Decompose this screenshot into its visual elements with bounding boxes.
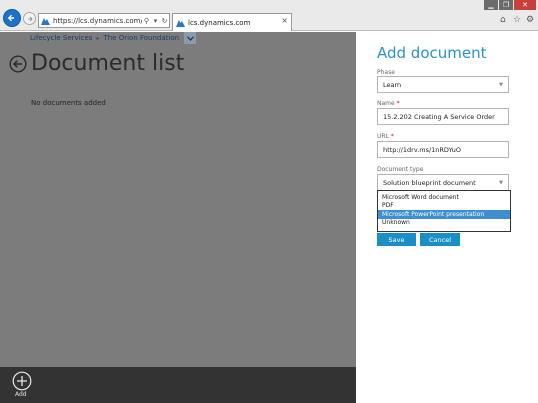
breadcrumb-project[interactable]: The Orion Foundation xyxy=(103,34,179,42)
name-input[interactable]: 15.2.202 Creating A Service Order xyxy=(377,108,509,125)
required-marker: * xyxy=(396,100,400,107)
url-value: http://1drv.ms/1nRDYuO xyxy=(383,145,462,154)
required-marker: * xyxy=(390,133,394,140)
document-type-select[interactable]: Solution blueprint document ▼ xyxy=(377,174,509,191)
add-document-panel: Add document Phase Learn ▼ Name * 15.2.2… xyxy=(356,32,538,403)
chevron-down-icon: ▼ xyxy=(499,180,503,186)
home-icon[interactable]: ⌂ xyxy=(500,15,506,25)
panel-title: Add document xyxy=(377,44,487,62)
search-icon[interactable]: ⚲ xyxy=(142,17,151,25)
name-value: 15.2.202 Creating A Service Order xyxy=(383,112,495,121)
dropdown-option[interactable]: PDF xyxy=(378,202,510,211)
site-favicon-icon xyxy=(41,17,50,25)
window-close-button[interactable]: ✕ xyxy=(514,0,536,10)
forward-button[interactable] xyxy=(23,12,36,25)
app-background: Lifecycle Services ▸ The Orion Foundatio… xyxy=(0,32,356,367)
empty-message: No documents added xyxy=(31,99,106,107)
url-label: URL * xyxy=(377,133,394,140)
cancel-button[interactable]: Cancel xyxy=(420,233,460,246)
add-icon[interactable] xyxy=(12,371,32,391)
address-bar[interactable]: https://lcs.dynamics.com/Docum ⚲ ▾ ↻ xyxy=(38,13,170,28)
breadcrumb: Lifecycle Services ▸ The Orion Foundatio… xyxy=(0,32,356,44)
tab-favicon-icon xyxy=(176,19,185,27)
minimize-button[interactable]: ▁ xyxy=(484,0,498,10)
forward-icon xyxy=(27,16,33,21)
name-label: Name * xyxy=(377,100,400,107)
dropdown-option[interactable]: Unknown xyxy=(378,219,510,228)
save-button[interactable]: Save xyxy=(377,233,416,246)
dropdown-option[interactable]: Microsoft Word document xyxy=(378,193,510,202)
star-icon[interactable]: ☆ xyxy=(513,15,521,25)
phase-value: Learn xyxy=(383,80,402,89)
breadcrumb-separator-icon: ▸ xyxy=(96,34,100,42)
document-type-dropdown-list: Microsoft Word document PDF Microsoft Po… xyxy=(377,190,511,232)
chevron-down-icon: ▼ xyxy=(499,82,503,88)
project-dropdown-button[interactable] xyxy=(184,32,197,44)
document-type-label: Document type xyxy=(377,166,424,173)
bottom-app-bar: Add xyxy=(0,367,356,403)
page-title: Document list xyxy=(31,51,185,76)
maximize-button[interactable]: ❐ xyxy=(499,0,513,10)
gear-icon[interactable]: ⚙ xyxy=(526,15,534,25)
phase-select[interactable]: Learn ▼ xyxy=(377,76,509,93)
url-input[interactable]: http://1drv.ms/1nRDYuO xyxy=(377,141,509,158)
tab-title: lcs.dynamics.com xyxy=(188,18,251,27)
add-button-label: Add xyxy=(15,391,27,398)
browser-chrome: https://lcs.dynamics.com/Docum ⚲ ▾ ↻ lcs… xyxy=(0,0,538,31)
close-icon[interactable]: × xyxy=(281,16,288,25)
back-icon xyxy=(7,14,14,22)
back-arrow-icon[interactable] xyxy=(9,55,27,73)
dropdown-icon[interactable]: ▾ xyxy=(151,17,160,25)
breadcrumb-root[interactable]: Lifecycle Services xyxy=(30,34,92,42)
browser-tab[interactable]: lcs.dynamics.com × xyxy=(172,13,292,31)
phase-label: Phase xyxy=(377,69,395,76)
back-button[interactable] xyxy=(3,9,21,27)
dropdown-option-highlighted[interactable]: Microsoft PowerPoint presentation xyxy=(378,210,510,219)
refresh-icon[interactable]: ↻ xyxy=(160,17,169,25)
chevron-down-icon xyxy=(186,35,194,41)
address-url: https://lcs.dynamics.com/Docum xyxy=(53,16,142,25)
document-type-value: Solution blueprint document xyxy=(383,178,476,187)
